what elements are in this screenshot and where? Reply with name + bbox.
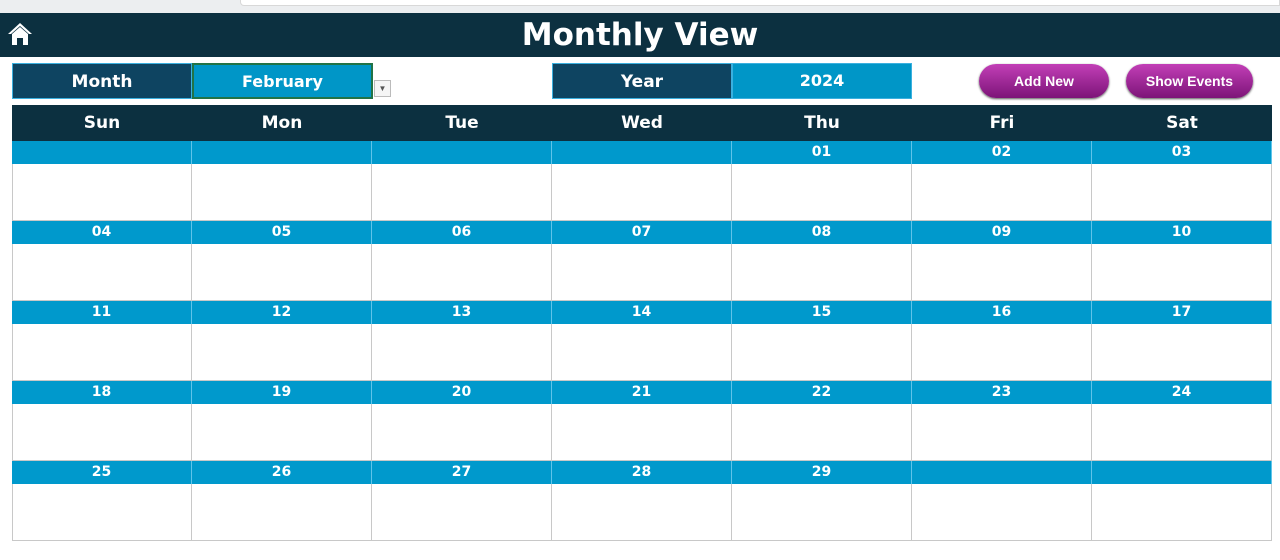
day-cell[interactable]	[912, 404, 1092, 461]
day-cell[interactable]	[1092, 404, 1272, 461]
day-cell[interactable]	[912, 324, 1092, 381]
date-number: 03	[1092, 141, 1272, 164]
day-cell[interactable]	[12, 244, 192, 301]
date-number	[1092, 461, 1272, 484]
weekday-tue: Tue	[445, 113, 479, 133]
day-cell[interactable]	[192, 244, 372, 301]
date-number: 21	[552, 381, 732, 404]
year-label: Year	[552, 63, 732, 99]
date-number: 26	[192, 461, 372, 484]
date-number	[912, 461, 1092, 484]
date-number: 16	[912, 301, 1092, 324]
date-number: 19	[192, 381, 372, 404]
date-number: 02	[912, 141, 1092, 164]
show-events-button[interactable]: Show Events	[1126, 64, 1253, 98]
date-number: 06	[372, 221, 552, 244]
date-number: 10	[1092, 221, 1272, 244]
day-cell[interactable]	[12, 484, 192, 541]
day-cell[interactable]	[12, 404, 192, 461]
day-cell[interactable]	[372, 404, 552, 461]
week-row: 01 02 03	[12, 141, 1272, 221]
date-number: 17	[1092, 301, 1272, 324]
date-number: 22	[732, 381, 912, 404]
date-number: 05	[192, 221, 372, 244]
day-cell[interactable]	[1092, 484, 1272, 541]
date-number: 07	[552, 221, 732, 244]
home-icon[interactable]	[6, 20, 34, 48]
day-cell[interactable]	[192, 164, 372, 221]
day-cell[interactable]	[912, 484, 1092, 541]
date-number: 28	[552, 461, 732, 484]
week-row: 04 05 06 07 08 09 10	[12, 221, 1272, 301]
week-row: 11 12 13 14 15 16 17	[12, 301, 1272, 381]
weekday-wed: Wed	[621, 113, 663, 133]
date-number: 18	[12, 381, 192, 404]
date-number: 14	[552, 301, 732, 324]
day-cell[interactable]	[732, 404, 912, 461]
date-number: 27	[372, 461, 552, 484]
day-cell[interactable]	[912, 244, 1092, 301]
weekday-sat: Sat	[1166, 113, 1198, 133]
date-number: 04	[12, 221, 192, 244]
date-number	[192, 141, 372, 164]
day-cell[interactable]	[552, 244, 732, 301]
weekday-header: Sun Mon Tue Wed Thu Fri Sat	[12, 105, 1272, 141]
day-cell[interactable]	[552, 164, 732, 221]
page-title: Monthly View	[521, 17, 759, 53]
date-number: 01	[732, 141, 912, 164]
date-number: 20	[372, 381, 552, 404]
day-cell[interactable]	[12, 324, 192, 381]
chevron-down-icon[interactable]: ▼	[374, 80, 391, 97]
day-cell[interactable]	[1092, 324, 1272, 381]
day-cell[interactable]	[372, 244, 552, 301]
day-cell[interactable]	[552, 324, 732, 381]
month-label: Month	[12, 63, 192, 99]
date-number	[12, 141, 192, 164]
weekday-sun: Sun	[83, 113, 121, 133]
day-cell[interactable]	[552, 404, 732, 461]
day-cell[interactable]	[552, 484, 732, 541]
weekday-fri: Fri	[989, 113, 1015, 133]
day-cell[interactable]	[1092, 244, 1272, 301]
date-number: 29	[732, 461, 912, 484]
week-row: 18 19 20 21 22 23 24	[12, 381, 1272, 461]
day-cell[interactable]	[732, 244, 912, 301]
date-number: 09	[912, 221, 1092, 244]
date-number: 15	[732, 301, 912, 324]
date-number: 23	[912, 381, 1092, 404]
day-cell[interactable]	[912, 164, 1092, 221]
header: Monthly View	[0, 13, 1280, 57]
formula-input[interactable]	[240, 0, 1280, 6]
date-number	[372, 141, 552, 164]
day-cell[interactable]	[192, 404, 372, 461]
weekday-mon: Mon	[261, 113, 303, 133]
top-bar	[0, 0, 1280, 13]
weekday-thu: Thu	[804, 113, 840, 133]
day-cell[interactable]	[1092, 164, 1272, 221]
day-cell[interactable]	[192, 484, 372, 541]
date-number: 12	[192, 301, 372, 324]
year-input[interactable]: 2024	[732, 63, 912, 99]
day-cell[interactable]	[12, 164, 192, 221]
day-cell[interactable]	[732, 164, 912, 221]
day-cell[interactable]	[372, 484, 552, 541]
day-cell[interactable]	[372, 164, 552, 221]
month-select[interactable]: February	[192, 63, 373, 99]
week-row: 25 26 27 28 29	[12, 461, 1272, 541]
calendar-grid: Sun Mon Tue Wed Thu Fri Sat 01 02 03 04 05 06 07 08 09…	[12, 105, 1272, 541]
date-number: 13	[372, 301, 552, 324]
day-cell[interactable]	[372, 324, 552, 381]
date-number	[552, 141, 732, 164]
day-cell[interactable]	[732, 324, 912, 381]
day-cell[interactable]	[732, 484, 912, 541]
day-cell[interactable]	[192, 324, 372, 381]
date-number: 11	[12, 301, 192, 324]
add-new-button[interactable]: Add New	[979, 64, 1109, 98]
date-number: 25	[12, 461, 192, 484]
date-number: 08	[732, 221, 912, 244]
date-number: 24	[1092, 381, 1272, 404]
